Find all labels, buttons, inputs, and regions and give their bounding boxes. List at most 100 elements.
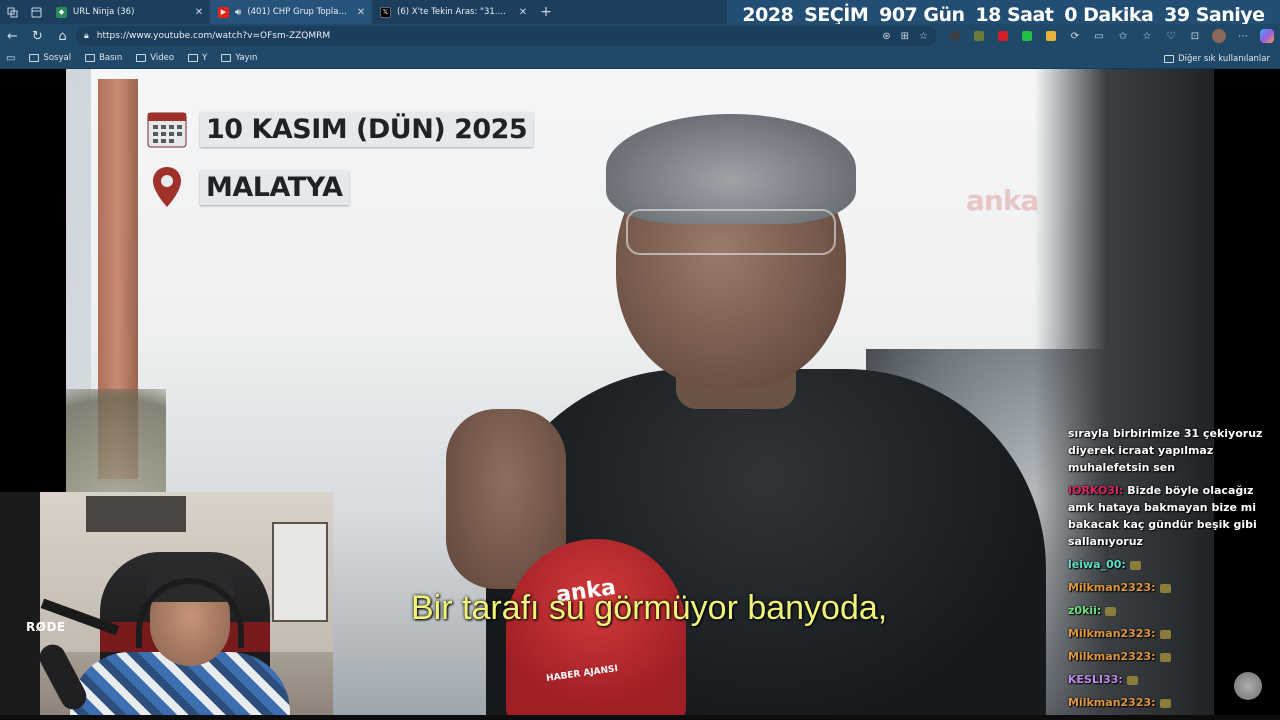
location-pin-icon (146, 165, 188, 209)
tab-actions-icon[interactable] (24, 0, 48, 24)
chat-message: Milkman2323: (1068, 579, 1268, 596)
countdown-seconds: 39 (1164, 3, 1190, 26)
speaker-icon[interactable]: 🔊︎ (235, 7, 241, 18)
webcam-wall-panel (272, 522, 328, 622)
location-text: MALATYA (200, 169, 349, 205)
chat-username: IORKO3I: (1068, 484, 1124, 497)
new-tab-button[interactable]: + (534, 4, 558, 20)
countdown-label: SEÇİM (804, 3, 869, 26)
chat-username: KESLI33: (1068, 673, 1123, 686)
more-menu-icon[interactable]: ⋯ (1234, 27, 1252, 45)
extensions-icon[interactable]: ⟳ (1066, 27, 1084, 45)
reading-mode-icon[interactable]: ▭ (6, 53, 15, 64)
emote-icon (1129, 560, 1141, 570)
other-favorites[interactable]: Diğer sık kullanılanlar (1164, 48, 1270, 69)
countdown-year: 2028 (742, 3, 794, 26)
emote-icon (1105, 606, 1117, 616)
bookmark-folder-basin[interactable]: Basın (85, 53, 122, 63)
date-text: 10 KASIM (DÜN) 2025 (200, 111, 534, 147)
bookmark-label: Sosyal (43, 53, 72, 63)
bookmark-folder-sosyal[interactable]: Sosyal (29, 53, 71, 63)
extension-puzzle-icon[interactable] (970, 27, 988, 45)
x-icon: 𝕏 (380, 6, 391, 18)
collections-icon[interactable]: ☆ (1138, 27, 1156, 45)
mic-brand: RØDE (26, 620, 66, 634)
video-subtitle: Bir tarafı su görmüyor banyoda, (411, 589, 888, 627)
translate-icon[interactable]: ⊛ (882, 31, 890, 42)
copilot-icon[interactable] (1258, 27, 1276, 45)
tab-title: (401) CHP Grup Toplantısı / 11 Kasım 202… (247, 7, 348, 17)
emote-icon (1159, 652, 1171, 662)
chat-message: sırayla birbirimize 31 çekiyoruz diyerek… (1068, 425, 1268, 476)
extension-folder-icon[interactable] (1042, 27, 1060, 45)
shield-icon: ◆ (56, 6, 67, 18)
webcam-wall-frames (86, 496, 186, 532)
calendar-icon (146, 109, 188, 149)
bookmark-folder-yayin[interactable]: Yayın (221, 53, 257, 63)
app-available-icon[interactable]: ⊞ (901, 31, 909, 42)
emote-icon (1159, 629, 1171, 639)
extension-red-icon[interactable] (994, 27, 1012, 45)
browser-essentials-icon[interactable]: ♡ (1162, 27, 1180, 45)
refresh-icon[interactable]: ↻ (25, 24, 50, 48)
video-player[interactable]: anka HABER AJANSI 10 KASIM (DÜN) 2025 MA… (0, 69, 1280, 720)
favorite-star-icon[interactable]: ☆ (919, 31, 928, 42)
bookmark-label: Y (202, 53, 208, 63)
chat-username: Milkman2323: (1068, 627, 1156, 640)
split-screen-icon[interactable]: ▭ (1090, 27, 1108, 45)
other-favorites-label: Diğer sık kullanılanlar (1178, 53, 1270, 64)
bookmark-folder-y[interactable]: Y (188, 53, 207, 63)
url-text: https://www.youtube.com/watch?v=OFsm-ZZQ… (96, 31, 331, 41)
workspaces-icon[interactable] (0, 0, 24, 24)
chat-message: leiwa_00: (1068, 556, 1268, 573)
chat-text: sırayla birbirimize 31 çekiyoruz diyerek… (1068, 427, 1263, 474)
tab-title: (6) X'te Tekin Aras: "31.07.2024 tarih (397, 7, 510, 17)
countdown-hours-unit: Saat (1006, 3, 1054, 26)
folder-icon (29, 54, 40, 62)
screenshot-icon[interactable]: ⊡ (1186, 27, 1204, 45)
folder-icon (221, 54, 232, 62)
location-overlay: MALATYA (146, 165, 349, 209)
anka-watermark: anka (966, 184, 1039, 217)
bottom-edge (0, 715, 1280, 720)
close-tab-icon[interactable]: ✕ (354, 7, 368, 18)
close-tab-icon[interactable]: ✕ (192, 7, 206, 18)
bookmark-folder-video[interactable]: Video (136, 53, 174, 63)
tab-x[interactable]: 𝕏 (6) X'te Tekin Aras: "31.07.2024 tarih… (372, 0, 534, 24)
countdown-minutes: 0 (1064, 3, 1077, 26)
emote-icon (1159, 698, 1171, 708)
countdown-days: 907 (879, 3, 918, 26)
chat-username: Milkman2323: (1068, 696, 1156, 709)
bookmarks-bar: ▭ Sosyal Basın Video Y Yayın Diğer sık k… (0, 48, 1280, 69)
countdown-days-unit: Gün (923, 3, 965, 26)
countdown-hours: 18 (975, 3, 1001, 26)
interviewee-glasses (626, 209, 836, 255)
chat-username: Milkman2323: (1068, 650, 1156, 663)
microphone (506, 539, 686, 719)
chat-message: Milkman2323: (1068, 625, 1268, 642)
address-bar[interactable]: 🔒︎ https://www.youtube.com/watch?v=OFsm-… (76, 26, 936, 46)
emote-icon (1159, 583, 1171, 593)
folder-icon (136, 54, 147, 62)
profile-avatar[interactable] (1210, 27, 1228, 45)
folder-icon (1164, 54, 1175, 63)
lock-icon[interactable]: 🔒︎ (84, 31, 89, 41)
bookmark-label: Yayın (235, 53, 258, 63)
tab-url-ninja[interactable]: ◆ URL Ninja (36) ✕ (48, 0, 210, 24)
stream-chat: sırayla birbirimize 31 çekiyoruz diyerek… (1068, 425, 1268, 717)
chat-message: Milkman2323: (1068, 648, 1268, 665)
folder-icon (85, 54, 96, 62)
home-icon[interactable]: ⌂ (50, 24, 75, 48)
tab-youtube[interactable]: ▶ 🔊︎ (401) CHP Grup Toplantısı / 11 Kası… (210, 0, 372, 24)
back-arrow-icon[interactable]: ← (0, 24, 25, 48)
date-overlay: 10 KASIM (DÜN) 2025 (146, 109, 534, 149)
countdown-seconds-unit: Saniye (1195, 3, 1265, 26)
webcam-left-shadow (0, 492, 40, 720)
emote-icon (1126, 675, 1138, 685)
chat-username: Milkman2323: (1068, 581, 1156, 594)
favorites-bar-icon[interactable]: ✩ (1114, 27, 1132, 45)
extension-green-icon[interactable] (1018, 27, 1036, 45)
extension-grid-icon[interactable] (946, 27, 964, 45)
close-tab-icon[interactable]: ✕ (516, 7, 530, 18)
countdown-minutes-unit: Dakika (1083, 3, 1154, 26)
